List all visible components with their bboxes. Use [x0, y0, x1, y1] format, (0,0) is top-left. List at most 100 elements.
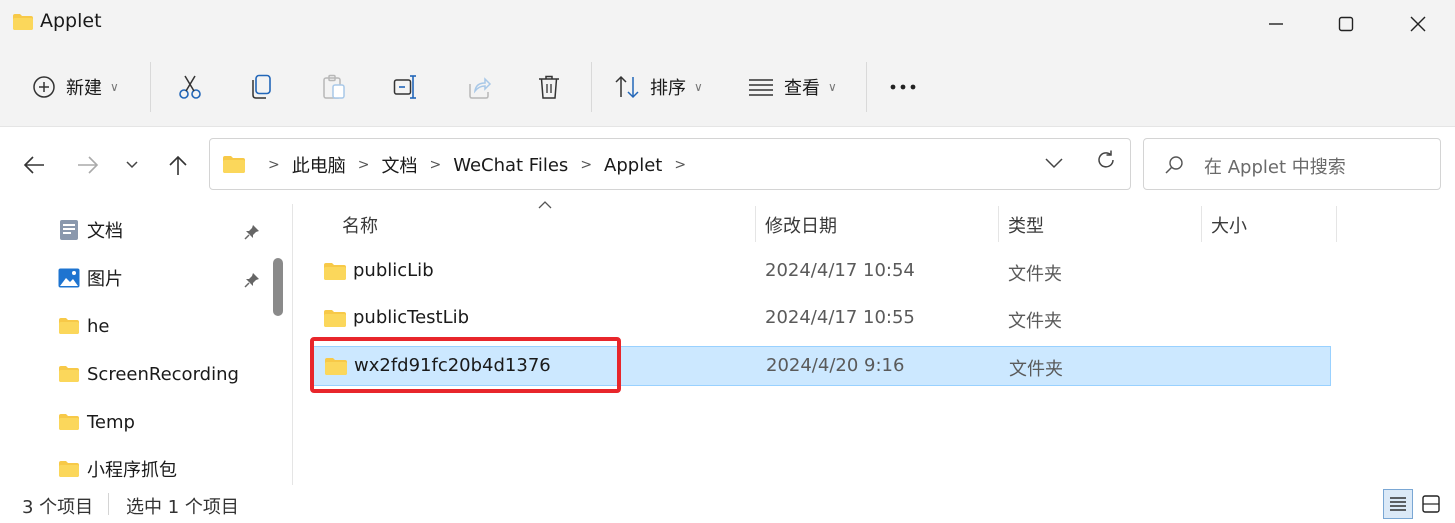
- annotation-highlight-box: [310, 337, 621, 393]
- file-list-scrollbar[interactable]: [1440, 204, 1455, 485]
- breadcrumb: > 此电脑 > 文档 > WeChat Files > Applet >: [258, 152, 696, 178]
- nav-item-label: Temp: [87, 411, 135, 433]
- address-bar[interactable]: > 此电脑 > 文档 > WeChat Files > Applet >: [209, 138, 1131, 190]
- breadcrumb-item[interactable]: 文档: [379, 152, 419, 178]
- paste-icon: [323, 74, 345, 99]
- paste-button[interactable]: [321, 66, 347, 108]
- file-row[interactable]: publicTestLib 2024/4/17 10:55 文件夹: [313, 299, 1331, 339]
- folder-icon: [58, 412, 80, 432]
- nav-item-documents[interactable]: 文档: [58, 215, 123, 245]
- nav-item-miniprogram-capture[interactable]: 小程序抓包: [58, 454, 177, 484]
- column-divider[interactable]: [998, 206, 999, 242]
- navigation-pane: 文档 图片 he ScreenRecording Temp 小程序抓包: [0, 204, 292, 485]
- documents-icon: [58, 220, 80, 240]
- folder-icon: [58, 316, 80, 336]
- rename-icon: [393, 75, 416, 99]
- nav-item-he[interactable]: he: [58, 311, 109, 341]
- forward-button[interactable]: [72, 149, 104, 181]
- new-label: 新建: [66, 78, 102, 99]
- column-header-type[interactable]: 类型: [1008, 212, 1044, 238]
- folder-icon: [223, 156, 245, 173]
- cut-icon: [179, 75, 201, 99]
- share-button[interactable]: [466, 66, 492, 108]
- file-type: 文件夹: [1008, 264, 1062, 285]
- tiles-view-button[interactable]: [1416, 489, 1446, 519]
- arrow-up-icon: [169, 155, 187, 175]
- sort-ascending-icon: [538, 201, 552, 209]
- file-type: 文件夹: [1008, 311, 1062, 332]
- sort-button[interactable]: 排序 ∨: [614, 66, 703, 108]
- file-type: 文件夹: [1009, 359, 1063, 380]
- view-label: 查看: [784, 78, 820, 99]
- breadcrumb-item[interactable]: Applet: [602, 155, 664, 176]
- minimize-button[interactable]: [1241, 0, 1311, 48]
- details-view-icon: [1390, 497, 1406, 511]
- pin-icon[interactable]: [244, 272, 260, 288]
- refresh-button[interactable]: [1095, 149, 1117, 176]
- command-bar: 新建 ∨ 排序 ∨ 查看 ∨: [0, 48, 1455, 126]
- navigation-row: > 此电脑 > 文档 > WeChat Files > Applet > 在 A…: [0, 126, 1455, 204]
- chevron-right-icon: >: [357, 157, 370, 173]
- delete-button[interactable]: [537, 66, 561, 108]
- column-divider[interactable]: [755, 206, 756, 242]
- search-icon: [1165, 156, 1183, 174]
- toolbar-divider: [866, 62, 867, 112]
- file-list: 名称 修改日期 类型 大小 publicLib 2024/4/17 10:54 …: [293, 201, 1455, 485]
- nav-scrollbar-thumb[interactable]: [273, 258, 283, 316]
- file-name: publicTestLib: [353, 307, 470, 328]
- pin-icon[interactable]: [244, 224, 260, 240]
- window-title: Applet: [40, 10, 102, 32]
- back-button[interactable]: [18, 149, 50, 181]
- column-divider[interactable]: [1336, 206, 1337, 242]
- title-bar: Applet: [0, 0, 1455, 48]
- new-button[interactable]: 新建 ∨: [32, 66, 119, 108]
- file-row[interactable]: publicLib 2024/4/17 10:54 文件夹: [313, 252, 1331, 292]
- file-modified: 2024/4/17 10:54: [765, 260, 915, 281]
- nav-item-temp[interactable]: Temp: [58, 407, 135, 437]
- nav-item-screenrecording[interactable]: ScreenRecording: [58, 359, 239, 389]
- search-input[interactable]: 在 Applet 中搜索: [1143, 138, 1441, 190]
- recent-locations-button[interactable]: [116, 149, 148, 181]
- nav-item-label: 文档: [87, 221, 123, 242]
- sort-label: 排序: [650, 78, 686, 99]
- selection-count: 选中 1 个项目: [126, 497, 239, 518]
- more-button[interactable]: [889, 66, 917, 108]
- nav-scrollbar[interactable]: [266, 204, 290, 485]
- nav-item-label: 小程序抓包: [87, 460, 177, 481]
- folder-icon: [58, 364, 80, 384]
- chevron-right-icon[interactable]: >: [674, 157, 686, 173]
- file-explorer-window: Applet 新建 ∨ 排序 ∨ 查看 ∨ > 此电脑 > 文档 > WeCha…: [0, 0, 1455, 523]
- chevron-down-icon: ∨: [694, 80, 703, 94]
- status-bar: 3 个项目 选中 1 个项目: [0, 485, 1455, 523]
- rename-button[interactable]: [393, 66, 419, 108]
- details-view-button[interactable]: [1383, 489, 1413, 519]
- column-header-size[interactable]: 大小: [1211, 212, 1247, 238]
- column-header-modified[interactable]: 修改日期: [765, 212, 837, 238]
- maximize-button[interactable]: [1311, 0, 1381, 48]
- file-modified: 2024/4/20 9:16: [766, 355, 905, 376]
- column-header-name[interactable]: 名称: [342, 212, 378, 238]
- breadcrumb-item[interactable]: WeChat Files: [451, 155, 570, 176]
- cut-button[interactable]: [177, 66, 203, 108]
- nav-item-pictures[interactable]: 图片: [58, 263, 123, 293]
- close-button[interactable]: [1383, 0, 1453, 48]
- copy-button[interactable]: [250, 66, 274, 108]
- chevron-right-icon: >: [580, 157, 593, 173]
- file-modified: 2024/4/17 10:55: [765, 307, 915, 328]
- folder-icon: [13, 14, 33, 30]
- column-divider[interactable]: [1201, 206, 1202, 242]
- item-count: 3 个项目: [22, 497, 94, 518]
- nav-item-label: ScreenRecording: [87, 363, 239, 385]
- refresh-icon: [1098, 150, 1114, 168]
- address-history-button[interactable]: [1044, 153, 1064, 174]
- breadcrumb-item[interactable]: 此电脑: [290, 152, 348, 178]
- maximize-icon: [1338, 16, 1354, 32]
- chevron-right-icon: >: [268, 157, 280, 173]
- chevron-down-icon: ∨: [828, 80, 837, 94]
- delete-icon: [539, 75, 559, 99]
- toolbar-divider: [591, 62, 592, 112]
- plus-circle-icon: [33, 76, 55, 98]
- view-button[interactable]: 查看 ∨: [748, 66, 837, 108]
- up-button[interactable]: [162, 149, 194, 181]
- status-divider: [108, 493, 109, 515]
